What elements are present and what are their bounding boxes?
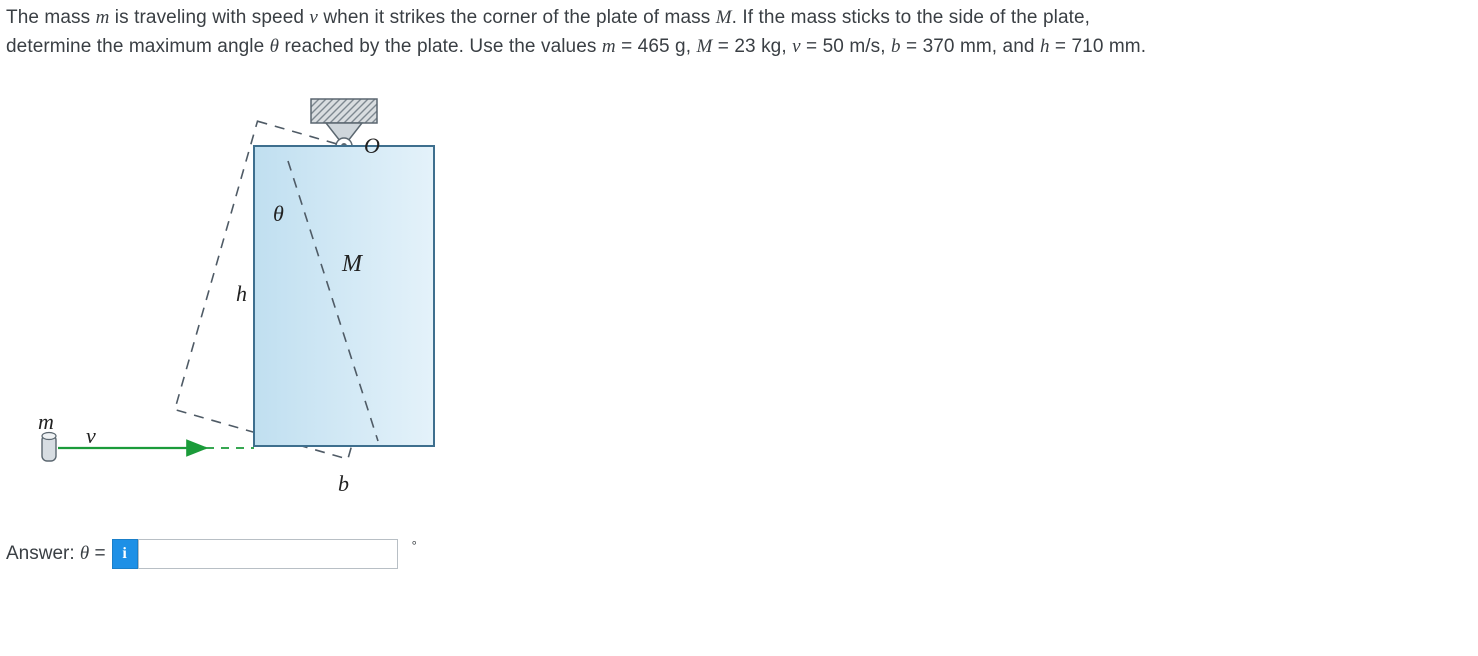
label-M-upper: M xyxy=(341,251,364,277)
label-h: h xyxy=(236,281,247,306)
var-h: h xyxy=(1040,36,1050,57)
label-m: m xyxy=(38,409,54,434)
answer-input[interactable] xyxy=(138,539,398,569)
text: is traveling with speed xyxy=(109,7,309,28)
var-theta: θ xyxy=(270,36,279,57)
figure-svg: O θ M h b m v xyxy=(26,91,586,511)
text: when it strikes the corner of the plate … xyxy=(318,7,716,28)
var-v: v xyxy=(792,36,801,57)
label-v: v xyxy=(86,423,96,448)
info-icon[interactable]: i xyxy=(112,539,138,569)
text: Answer: xyxy=(6,543,80,564)
unit-degree: ° xyxy=(412,536,417,556)
var-M-upper: M xyxy=(716,7,732,28)
text: = 23 kg, xyxy=(712,36,792,57)
answer-label: Answer: θ = xyxy=(6,540,106,569)
mass-m-icon xyxy=(42,433,56,462)
text: = 710 mm. xyxy=(1050,36,1147,57)
text: reached by the plate. Use the values xyxy=(279,36,602,57)
label-O: O xyxy=(364,133,380,158)
plate xyxy=(254,146,434,446)
problem-text: The mass m is traveling with speed v whe… xyxy=(6,4,1472,61)
var-M-upper: M xyxy=(696,36,712,57)
var-theta: θ xyxy=(80,543,89,564)
label-theta: θ xyxy=(273,201,284,226)
text: = 370 mm, and xyxy=(901,36,1040,57)
text: = 50 m/s, xyxy=(801,36,891,57)
text: = 465 g, xyxy=(616,36,697,57)
var-m: m xyxy=(96,7,110,28)
label-b: b xyxy=(338,471,349,496)
text: . If the mass sticks to the side of the … xyxy=(732,7,1090,28)
text: The mass xyxy=(6,7,96,28)
var-m: m xyxy=(602,36,616,57)
support-block xyxy=(311,99,377,123)
answer-row: Answer: θ = i ° xyxy=(6,539,1472,569)
text: determine the maximum angle xyxy=(6,36,270,57)
var-v: v xyxy=(309,7,318,28)
figure: O θ M h b m v xyxy=(26,91,586,511)
text: = xyxy=(89,543,105,564)
var-b: b xyxy=(891,36,901,57)
